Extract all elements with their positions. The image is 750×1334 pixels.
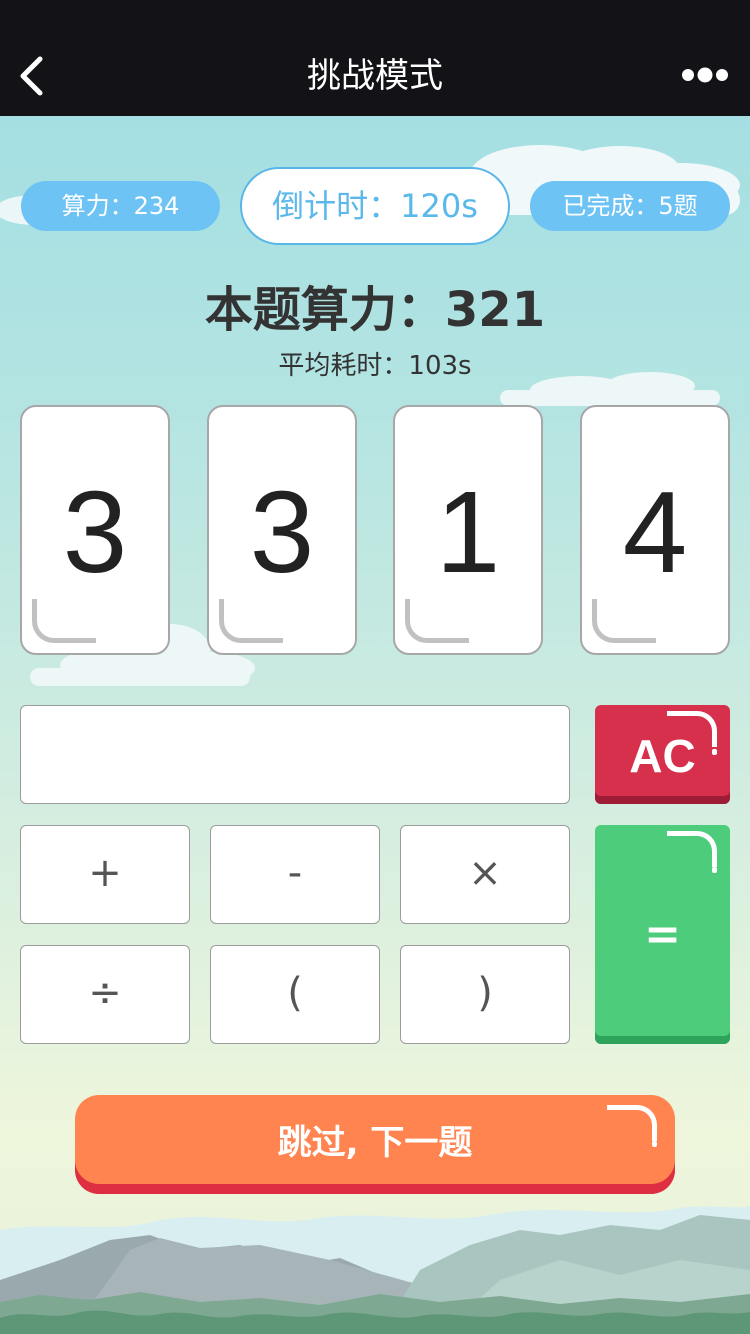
button-shine-decoration <box>652 1141 657 1147</box>
multiply-key[interactable]: × <box>400 825 570 924</box>
card-number: 1 <box>435 467 501 597</box>
card-corner-decoration <box>405 599 469 643</box>
nav-bar: 挑战模式 <box>0 0 750 116</box>
question-power: 本题算力：321 <box>204 282 546 338</box>
expression-display[interactable] <box>20 705 570 804</box>
number-card[interactable]: 3 <box>20 405 170 655</box>
button-shine-decoration <box>607 1105 657 1141</box>
clear-button[interactable]: AC <box>595 705 730 804</box>
skip-button-label: 跳过, 下一题 <box>277 1123 473 1163</box>
completed-count-pill: 已完成：5题 <box>530 181 730 231</box>
card-corner-decoration <box>592 599 656 643</box>
page-title: 挑战模式 <box>307 56 443 96</box>
number-card[interactable]: 3 <box>207 405 357 655</box>
countdown-pill: 倒计时：120s <box>240 167 510 245</box>
open-paren-key[interactable]: ( <box>210 945 380 1044</box>
card-number: 3 <box>62 467 128 597</box>
number-card[interactable]: 4 <box>580 405 730 655</box>
skip-next-button[interactable]: 跳过, 下一题 <box>75 1095 675 1194</box>
mountain-scenery <box>0 1206 750 1334</box>
equals-button-label: = <box>644 909 681 960</box>
button-shine-decoration <box>667 831 717 867</box>
minus-key[interactable]: - <box>210 825 380 924</box>
divide-key[interactable]: ÷ <box>20 945 190 1044</box>
card-corner-decoration <box>32 599 96 643</box>
equals-button[interactable]: = <box>595 825 730 1044</box>
close-paren-key[interactable]: ) <box>400 945 570 1044</box>
button-shine-decoration <box>667 711 717 747</box>
button-shine-decoration <box>712 749 717 755</box>
card-number: 4 <box>622 467 688 597</box>
more-dots-icon[interactable] <box>682 64 728 86</box>
number-card[interactable]: 1 <box>393 405 543 655</box>
card-corner-decoration <box>219 599 283 643</box>
button-shine-decoration <box>712 867 717 873</box>
card-number: 3 <box>249 467 315 597</box>
total-power-pill: 算力：234 <box>21 181 220 231</box>
plus-key[interactable]: + <box>20 825 190 924</box>
average-time: 平均耗时：103s <box>278 351 472 381</box>
